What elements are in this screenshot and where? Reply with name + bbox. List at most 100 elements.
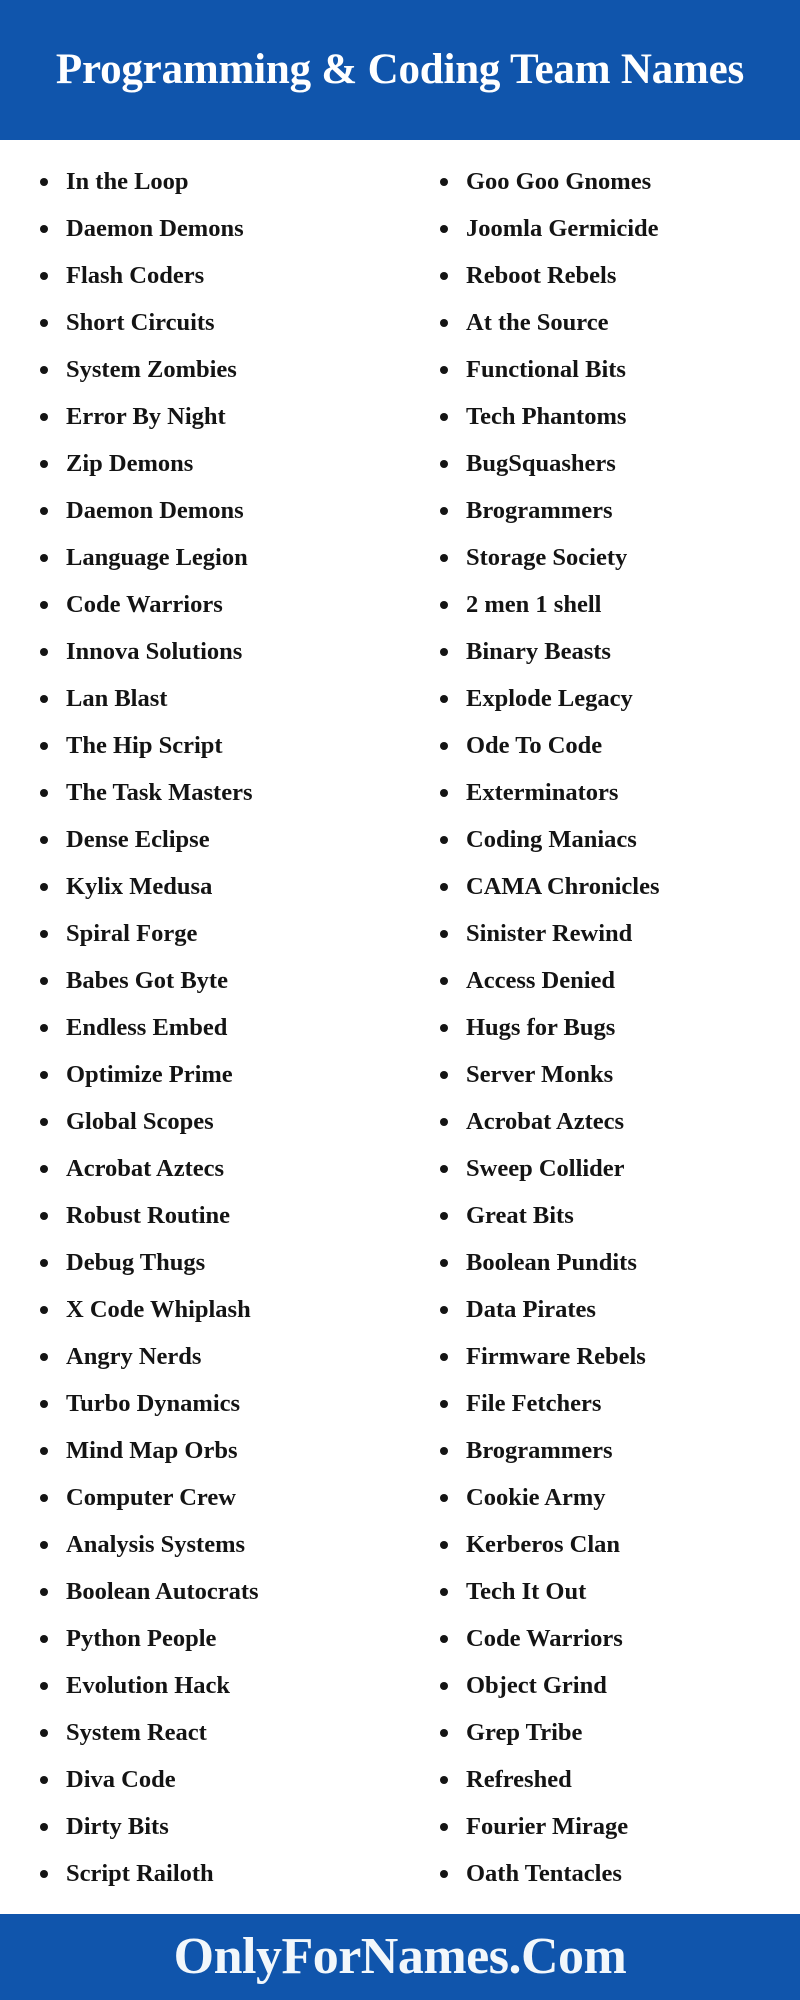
bullet-icon xyxy=(40,741,48,750)
bullet-icon xyxy=(440,365,448,374)
list-item: Server Monks xyxy=(436,1051,796,1098)
team-name-label: System React xyxy=(66,1719,207,1746)
bullet-icon xyxy=(440,1493,448,1502)
bullet-icon xyxy=(40,694,48,703)
bullet-icon xyxy=(440,1587,448,1596)
bullet-icon xyxy=(40,1446,48,1455)
list-item: Kylix Medusa xyxy=(36,863,396,910)
list-item: The Task Masters xyxy=(36,769,396,816)
list-item: Oath Tentacles xyxy=(436,1850,796,1897)
bullet-icon xyxy=(440,882,448,891)
list-item: Refreshed xyxy=(436,1756,796,1803)
bullet-icon xyxy=(440,1775,448,1784)
bullet-icon xyxy=(440,600,448,609)
list-item: Debug Thugs xyxy=(36,1239,396,1286)
bullet-icon xyxy=(40,1493,48,1502)
team-name-label: Binary Beasts xyxy=(466,638,611,665)
list-item: Coding Maniacs xyxy=(436,816,796,863)
team-name-label: Acrobat Aztecs xyxy=(66,1155,225,1182)
bullet-icon xyxy=(40,1399,48,1408)
team-name-label: Endless Embed xyxy=(66,1014,228,1041)
team-name-label: Boolean Autocrats xyxy=(66,1578,259,1605)
bullet-icon xyxy=(40,224,48,233)
team-name-label: At the Source xyxy=(466,309,609,336)
team-name-label: Computer Crew xyxy=(66,1484,236,1511)
list-item: Boolean Autocrats xyxy=(36,1568,396,1615)
team-name-label: Daemon Demons xyxy=(66,497,244,524)
bullet-icon xyxy=(440,1117,448,1126)
bullet-icon xyxy=(440,976,448,985)
bullet-icon xyxy=(40,1728,48,1737)
list-item: Acrobat Aztecs xyxy=(436,1098,796,1145)
list-item: Flash Coders xyxy=(36,252,396,299)
list-item: Error By Night xyxy=(36,393,396,440)
list-item: Computer Crew xyxy=(36,1474,396,1521)
bullet-icon xyxy=(440,647,448,656)
team-name-label: Kerberos Clan xyxy=(466,1531,621,1558)
list-item: Code Warriors xyxy=(436,1615,796,1662)
bullet-icon xyxy=(440,741,448,750)
team-name-label: Joomla Germicide xyxy=(466,215,659,242)
team-name-label: Brogrammers xyxy=(466,497,613,524)
header-banner: Programming & Coding Team Names xyxy=(0,0,800,140)
list-item: Robust Routine xyxy=(36,1192,396,1239)
page-title: Programming & Coding Team Names xyxy=(55,46,745,94)
team-name-label: File Fetchers xyxy=(466,1390,602,1417)
team-name-label: Dense Eclipse xyxy=(66,826,210,853)
list-item: Global Scopes xyxy=(36,1098,396,1145)
team-name-label: BugSquashers xyxy=(466,450,616,477)
bullet-icon xyxy=(440,318,448,327)
bullet-icon xyxy=(40,1869,48,1878)
list-item: Data Pirates xyxy=(436,1286,796,1333)
bullet-icon xyxy=(40,1211,48,1220)
team-name-label: Storage Society xyxy=(466,544,628,571)
list-item: Great Bits xyxy=(436,1192,796,1239)
bullet-icon xyxy=(440,1446,448,1455)
bullet-icon xyxy=(40,271,48,280)
team-name-label: Code Warriors xyxy=(466,1625,623,1652)
bullet-icon xyxy=(440,1070,448,1079)
list-item: Dense Eclipse xyxy=(36,816,396,863)
team-name-label: CAMA Chronicles xyxy=(466,873,660,900)
list-item: CAMA Chronicles xyxy=(436,863,796,910)
list-item: Goo Goo Gnomes xyxy=(436,158,796,205)
bullet-icon xyxy=(40,506,48,515)
team-name-label: Sinister Rewind xyxy=(466,920,633,947)
team-name-label: Lan Blast xyxy=(66,685,168,712)
bullet-icon xyxy=(440,177,448,186)
bullet-icon xyxy=(440,1869,448,1878)
bullet-icon xyxy=(440,1305,448,1314)
list-item: Acrobat Aztecs xyxy=(36,1145,396,1192)
bullet-icon xyxy=(40,929,48,938)
bullet-icon xyxy=(440,224,448,233)
list-item: The Hip Script xyxy=(36,722,396,769)
list-item: Cookie Army xyxy=(436,1474,796,1521)
bullet-icon xyxy=(440,412,448,421)
team-name-label: Sweep Collider xyxy=(466,1155,625,1182)
team-name-label: Innova Solutions xyxy=(66,638,243,665)
list-item: Brogrammers xyxy=(436,487,796,534)
team-name-label: Grep Tribe xyxy=(466,1719,583,1746)
team-name-label: Flash Coders xyxy=(66,262,205,289)
list-item: BugSquashers xyxy=(436,440,796,487)
team-name-label: Tech It Out xyxy=(466,1578,587,1605)
team-name-label: Babes Got Byte xyxy=(66,967,228,994)
list-item: X Code Whiplash xyxy=(36,1286,396,1333)
bullet-icon xyxy=(440,1822,448,1831)
bullet-icon xyxy=(440,1634,448,1643)
bullet-icon xyxy=(440,1023,448,1032)
bullet-icon xyxy=(40,318,48,327)
team-name-label: X Code Whiplash xyxy=(66,1296,251,1323)
team-name-label: Great Bits xyxy=(466,1202,574,1229)
team-name-label: Server Monks xyxy=(466,1061,614,1088)
bullet-icon xyxy=(40,1117,48,1126)
list-item: Sweep Collider xyxy=(436,1145,796,1192)
team-name-label: Data Pirates xyxy=(466,1296,596,1323)
list-item: Functional Bits xyxy=(436,346,796,393)
team-name-label: Ode To Code xyxy=(466,732,603,759)
team-name-label: System Zombies xyxy=(66,356,237,383)
bullet-icon xyxy=(40,1634,48,1643)
bullet-icon xyxy=(40,365,48,374)
list-item: Daemon Demons xyxy=(36,487,396,534)
right-column: Goo Goo Gnomes Joomla Germicide Reboot Reb… xyxy=(400,158,800,1914)
